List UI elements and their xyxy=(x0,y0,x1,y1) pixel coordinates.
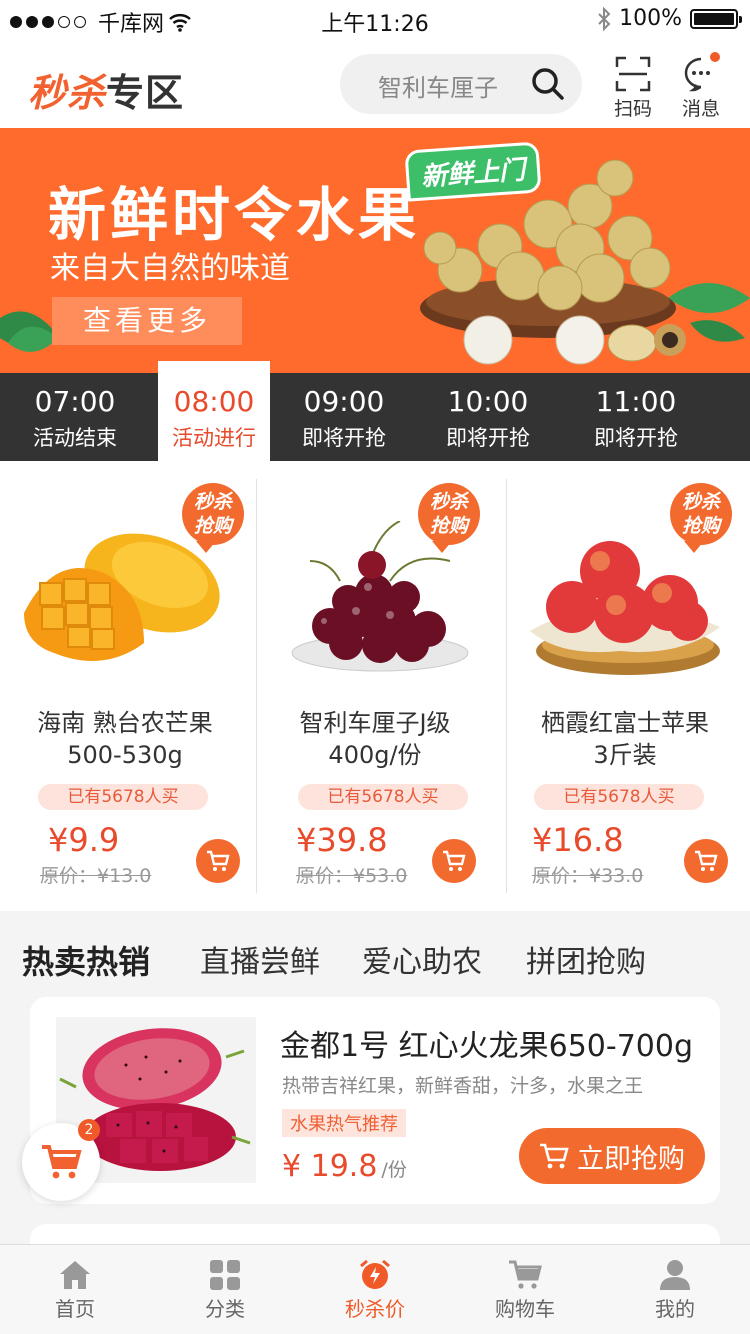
message-label: 消息 xyxy=(681,98,720,120)
header: 秒杀专区 智利车厘子 扫码 消息 xyxy=(0,40,750,128)
page-title: 秒杀专区 xyxy=(28,71,185,115)
grid-icon xyxy=(210,1260,240,1290)
promo-banner[interactable]: 新鲜时令水果 来自大自然的味道 查看更多 新鲜上门 xyxy=(0,128,750,373)
status-bar: 千库网 上午11:26 100% xyxy=(0,0,750,40)
hot-item-title: 金都1号 红心火龙果650-700g xyxy=(280,1029,694,1064)
product-name: 栖霞红富士苹果 3斤装 xyxy=(541,709,709,769)
search-placeholder: 智利车厘子 xyxy=(378,74,498,102)
hot-item-tag: 水果热气推荐 xyxy=(282,1109,406,1137)
cart-icon xyxy=(443,850,466,871)
product-card-mango[interactable]: 秒杀 抢购 海南 熟台农芒果 500-530g 已有5678人买 ¥9.9 原价：¥… xyxy=(0,461,250,911)
nav-label: 购物车 xyxy=(495,1297,555,1321)
nav-label: 首页 xyxy=(55,1297,95,1321)
nav-cart[interactable]: 购物车 xyxy=(450,1245,600,1334)
cart-icon xyxy=(540,1143,569,1169)
product-name: 智利车厘子J级 400g/份 xyxy=(299,709,451,769)
add-to-cart-button[interactable] xyxy=(684,839,728,883)
alarm-clock-icon xyxy=(360,1259,390,1289)
banner-tag: 新鲜上门 xyxy=(404,141,542,202)
message-button[interactable]: 消息 xyxy=(676,52,726,121)
add-to-cart-button[interactable] xyxy=(196,839,240,883)
scan-icon xyxy=(615,56,651,92)
search-icon[interactable] xyxy=(530,66,566,102)
original-price: 原价：¥33.0 xyxy=(532,865,644,887)
sold-count-badge: 已有5678人买 xyxy=(38,784,208,810)
time-tab[interactable]: 09:00 即将开抢 xyxy=(274,373,414,461)
original-price: 原价：¥53.0 xyxy=(296,865,408,887)
user-icon xyxy=(660,1260,690,1290)
nav-label: 秒杀价 xyxy=(345,1297,405,1321)
floating-cart-button[interactable]: 2 xyxy=(22,1119,100,1201)
product-price: ¥39.8 xyxy=(296,821,388,859)
cherry-image xyxy=(291,521,469,672)
apple-image xyxy=(530,541,720,675)
flash-sale-time-tabs: 07:00 活动结束 08:00 活动进行 09:00 即将开抢 10:00 即将开抢 … xyxy=(0,361,750,461)
banner-subtitle: 来自大自然的味道 xyxy=(50,251,290,286)
hot-item-card[interactable]: 金都1号 红心火龙果650-700g 热带吉祥红果，新鲜香甜，汁多，水果之王 水… xyxy=(30,997,720,1204)
product-price: ¥9.9 xyxy=(48,821,120,859)
tab-live-taste[interactable]: 直播尝鲜 xyxy=(200,937,320,981)
time-tab-active[interactable]: 08:00 活动进行 xyxy=(158,361,270,461)
flash-sale-products: 秒杀 抢购 海南 熟台农芒果 500-530g 已有5678人买 ¥9.9 原价：¥… xyxy=(0,461,750,911)
cart-icon xyxy=(695,850,718,871)
nav-category[interactable]: 分类 xyxy=(150,1245,300,1334)
nav-flash-sale[interactable]: 秒杀价 xyxy=(300,1245,450,1334)
banner-title: 新鲜时令水果 xyxy=(48,181,421,249)
home-icon xyxy=(60,1261,90,1289)
cart-icon xyxy=(207,850,230,871)
original-price: 原价：¥13.0 xyxy=(40,865,152,887)
category-tabs: 热卖热销 直播尝鲜 爱心助农 拼团抢购 xyxy=(0,911,750,997)
sold-count-badge: 已有5678人买 xyxy=(534,784,704,810)
mango-image xyxy=(24,533,220,661)
hot-item-description: 热带吉祥红果，新鲜香甜，汁多，水果之王 xyxy=(282,1075,644,1097)
search-input[interactable]: 智利车厘子 xyxy=(340,54,582,114)
scan-button[interactable]: 扫码 xyxy=(608,56,658,121)
see-more-button[interactable]: 查看更多 xyxy=(52,297,242,345)
scan-label: 扫码 xyxy=(613,98,652,120)
cart-count-badge: 2 xyxy=(78,1119,100,1141)
add-to-cart-button[interactable] xyxy=(432,839,476,883)
message-unread-dot xyxy=(710,52,720,62)
cart-icon xyxy=(509,1260,542,1289)
tab-hot-sale[interactable]: 热卖热销 xyxy=(22,937,150,983)
price-unit: /份 xyxy=(381,1159,407,1181)
tab-group-buy[interactable]: 拼团抢购 xyxy=(526,937,646,981)
bottom-nav: 首页 分类 秒杀价 购物车 我的 xyxy=(0,1244,750,1334)
buy-now-label: 立即抢购 xyxy=(577,1143,685,1175)
hot-item-price: ¥ 19.8/份 xyxy=(282,1149,407,1184)
product-name: 海南 熟台农芒果 500-530g xyxy=(37,709,213,769)
tab-help-farmers[interactable]: 爱心助农 xyxy=(362,937,482,981)
product-card-apple[interactable]: 秒杀 抢购 栖霞红富士苹果 3斤装 已有5678人买 ¥16.8 原价：¥33.0 xyxy=(500,461,750,911)
nav-label: 分类 xyxy=(205,1297,245,1321)
battery-icon xyxy=(690,8,742,29)
nav-profile[interactable]: 我的 xyxy=(600,1245,750,1334)
time-tab[interactable]: 07:00 活动结束 xyxy=(0,373,150,461)
sold-count-badge: 已有5678人买 xyxy=(298,784,468,810)
buy-now-button[interactable]: 立即抢购 xyxy=(519,1128,705,1184)
product-card-cherry[interactable]: 秒杀 抢购 智利车厘子J级 400g/份 已有5678人买 ¥39.8 原价：¥53… xyxy=(250,461,500,911)
time-tab[interactable]: 10:00 即将开抢 xyxy=(414,373,562,461)
nav-home[interactable]: 首页 xyxy=(0,1245,150,1334)
cart-icon xyxy=(42,1145,82,1179)
battery-percent: 100% xyxy=(619,6,682,31)
nav-label: 我的 xyxy=(655,1297,695,1321)
bluetooth-icon xyxy=(598,6,611,31)
product-price: ¥16.8 xyxy=(532,821,624,859)
time-tab[interactable]: 11:00 即将开抢 xyxy=(562,373,710,461)
